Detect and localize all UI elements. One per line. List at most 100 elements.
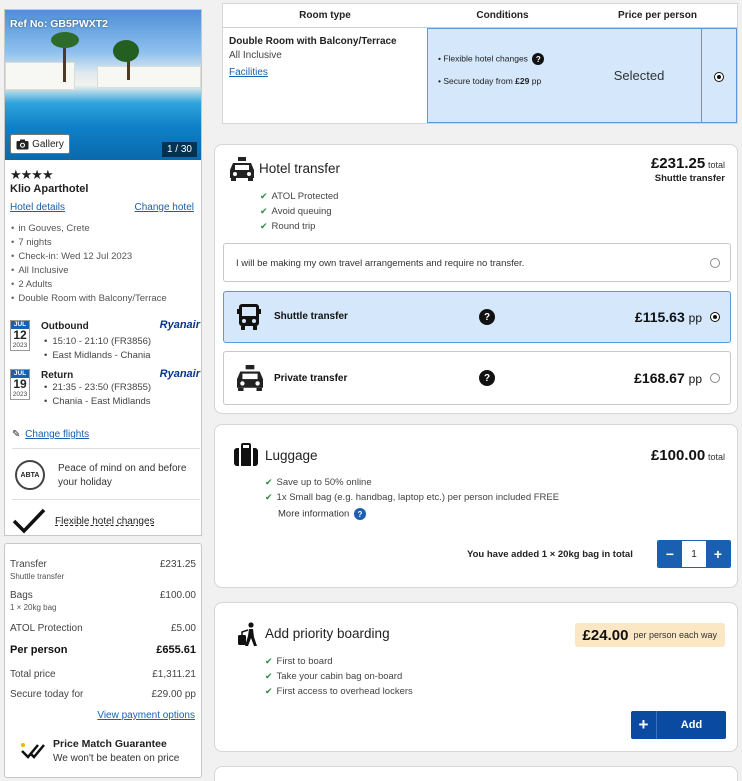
room-board: All Inclusive bbox=[229, 50, 282, 61]
selected-transfer-type: Shuttle transfer bbox=[654, 173, 725, 184]
abta-text: Peace of mind on and before your holiday bbox=[58, 463, 187, 488]
priority-price-badge: £24.00 per person each way bbox=[574, 623, 725, 647]
row-value: £1,311.21 bbox=[152, 669, 196, 680]
list-item: 2 Adults bbox=[11, 278, 167, 292]
decrement-button[interactable]: − bbox=[658, 541, 682, 567]
row-sub: 1 × 20kg bag bbox=[10, 603, 57, 612]
add-label: Add bbox=[680, 719, 703, 731]
room-name: Double Room with Balcony/Terrace bbox=[229, 36, 397, 47]
condition-price: £29 bbox=[515, 76, 530, 86]
row-value: £100.00 bbox=[159, 590, 196, 601]
list-item: First access to overhead lockers bbox=[265, 684, 413, 699]
hotel-transfer-card: Hotel transfer £231.25 total Shuttle tra… bbox=[214, 144, 738, 414]
option-radio[interactable] bbox=[710, 373, 720, 383]
flight-details: 15:10 - 21:10 (FR3856) East Midlands - C… bbox=[44, 335, 151, 363]
no-transfer-option[interactable]: I will be making my own travel arrangeme… bbox=[223, 243, 731, 282]
flexible-changes-label[interactable]: Flexible hotel changes bbox=[55, 516, 155, 527]
price-match-title: Price Match Guarantee bbox=[53, 738, 167, 750]
bags-added-text: You have added 1 × 20kg bag in total bbox=[467, 549, 633, 560]
option-radio[interactable] bbox=[710, 312, 720, 322]
facilities-link[interactable]: Facilities bbox=[229, 67, 268, 78]
flight-day: 19 bbox=[13, 377, 27, 391]
feature-list: Save up to 50% online 1x Small bag (e.g.… bbox=[265, 475, 560, 505]
room-table: Room type Conditions Price per person Do… bbox=[222, 3, 738, 124]
taxi-icon bbox=[230, 157, 254, 181]
price-match-icon bbox=[21, 743, 45, 759]
room-status[interactable]: Selected bbox=[577, 28, 702, 123]
room-radio-cell[interactable] bbox=[701, 28, 737, 123]
help-icon[interactable]: ? bbox=[532, 53, 545, 65]
change-flights-link[interactable]: ✎ Change flights bbox=[12, 429, 89, 440]
flight-times: 15:10 - 21:10 (FR3856) bbox=[44, 335, 151, 349]
bag-quantity-value: 1 bbox=[682, 541, 706, 567]
palm-tree bbox=[113, 40, 139, 62]
row-value: £655.61 bbox=[156, 644, 196, 656]
gallery-label: Gallery bbox=[32, 138, 64, 150]
private-transfer-option[interactable]: Private transfer ? £168.67 pp bbox=[223, 351, 731, 405]
list-item: Save up to 50% online bbox=[265, 475, 559, 490]
change-flights-label[interactable]: Change flights bbox=[25, 429, 89, 440]
column-header: Price per person bbox=[578, 4, 737, 28]
return-flight: JUL 19 2023 Return Ryanair 21:35 - 23:50… bbox=[10, 368, 200, 409]
star-rating: ★★★★ bbox=[10, 167, 54, 182]
list-item: Take your cabin bag on-board bbox=[265, 669, 413, 684]
shuttle-transfer-option[interactable]: Shuttle transfer ? £115.63 pp bbox=[223, 291, 731, 343]
carrier-logo: Ryanair bbox=[159, 319, 200, 331]
hotel-name: Klio Aparthotel bbox=[10, 183, 89, 195]
row-label: Bags bbox=[10, 590, 33, 601]
option-radio[interactable] bbox=[710, 258, 720, 268]
change-hotel-link[interactable]: Change hotel bbox=[135, 202, 195, 213]
option-label: Shuttle transfer bbox=[274, 311, 348, 322]
flight-route: Chania - East Midlands bbox=[44, 395, 151, 409]
feature-list: ATOL Protected Avoid queuing Round trip bbox=[260, 189, 339, 234]
more-info-link[interactable]: More information ? bbox=[278, 508, 366, 520]
flight-direction: Return bbox=[41, 370, 74, 381]
add-priority-button[interactable]: + Add bbox=[631, 711, 726, 739]
increment-button[interactable]: + bbox=[706, 541, 730, 567]
flight-details: 21:35 - 23:50 (FR3855) Chania - East Mid… bbox=[44, 381, 151, 409]
room-radio[interactable] bbox=[714, 72, 724, 82]
option-label: Private transfer bbox=[274, 373, 348, 384]
info-icon[interactable]: ? bbox=[353, 508, 366, 520]
palm-tree bbox=[51, 32, 79, 48]
flight-year: 2023 bbox=[12, 342, 28, 349]
list-item: First to board bbox=[265, 654, 413, 669]
traveller-icon bbox=[238, 622, 257, 646]
priority-boarding-card: Add priority boarding £24.00 per person … bbox=[214, 602, 738, 752]
row-label: ATOL Protection bbox=[10, 623, 83, 634]
flight-times: 21:35 - 23:50 (FR3855) bbox=[44, 381, 151, 395]
booking-ref: Ref No: GB5PWXT2 bbox=[10, 18, 109, 30]
plus-icon: + bbox=[631, 711, 657, 739]
hotel-facts-list: in Gouves, Crete 7 nights Check-in: Wed … bbox=[11, 222, 167, 306]
help-icon[interactable]: ? bbox=[479, 370, 495, 386]
bag-quantity-stepper[interactable]: − 1 + bbox=[657, 540, 731, 568]
price-value: £168.67 bbox=[634, 370, 685, 386]
flight-route: East Midlands - Chania bbox=[44, 349, 151, 363]
hotel-photo[interactable]: Ref No: GB5PWXT2 Gallery 1 / 30 bbox=[5, 10, 201, 160]
option-price: £168.67 pp bbox=[634, 370, 702, 386]
row-label: Secure today for bbox=[10, 689, 84, 700]
list-item: 7 nights bbox=[11, 236, 167, 250]
list-item: Avoid queuing bbox=[260, 204, 338, 219]
row-label: Total price bbox=[10, 669, 56, 680]
outbound-flight: JUL 12 2023 Outbound Ryanair 15:10 - 21:… bbox=[10, 319, 200, 363]
hotel-details-link[interactable]: Hotel details bbox=[10, 202, 65, 213]
condition-item: • Secure today from £29 pp bbox=[438, 76, 542, 86]
gallery-button[interactable]: Gallery bbox=[10, 134, 70, 154]
payment-options-link[interactable]: View payment options bbox=[97, 710, 195, 721]
carrier-logo: Ryanair bbox=[159, 368, 200, 380]
flight-direction: Outbound bbox=[41, 321, 89, 332]
list-item: Double Room with Balcony/Terrace bbox=[11, 292, 166, 306]
column-header: Room type bbox=[223, 4, 427, 28]
column-header: Conditions bbox=[427, 4, 578, 28]
divider bbox=[12, 499, 200, 500]
condition-item: • Flexible hotel changes ? bbox=[438, 53, 545, 65]
condition-text: Flexible hotel changes bbox=[443, 53, 528, 64]
bus-icon bbox=[237, 304, 261, 330]
help-icon[interactable]: ? bbox=[479, 309, 495, 325]
condition-suffix: pp bbox=[531, 76, 542, 86]
row-label: Transfer bbox=[10, 559, 47, 570]
price-suffix: total bbox=[707, 452, 725, 462]
room-conditions[interactable]: • Flexible hotel changes ? • Secure toda… bbox=[427, 28, 578, 123]
list-item: Check-in: Wed 12 Jul 2023 bbox=[11, 250, 167, 264]
